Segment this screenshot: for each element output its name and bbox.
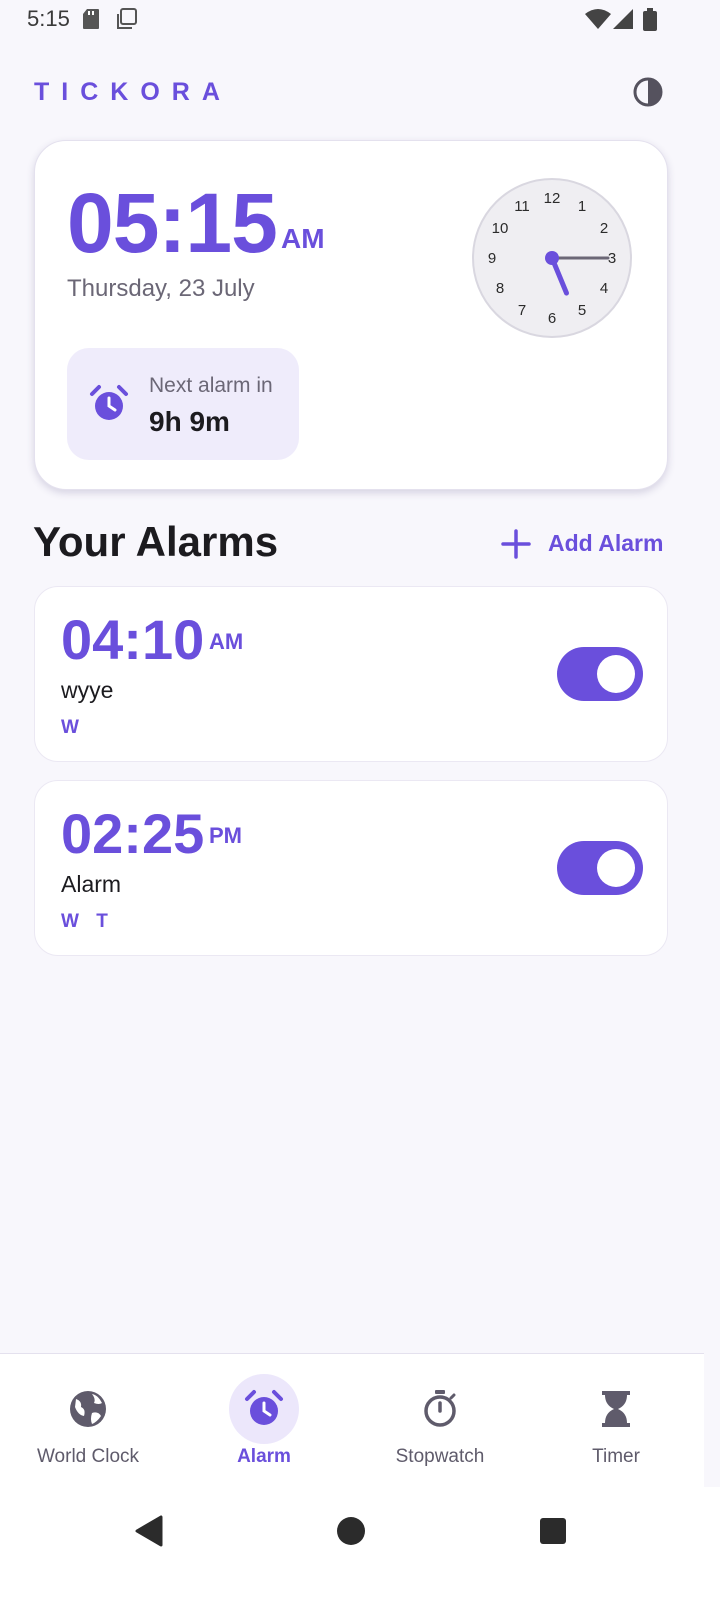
nav-label: World Clock	[36, 1446, 140, 1467]
alarm-ampm: PM	[209, 823, 242, 848]
nav-label: Alarm	[237, 1446, 291, 1467]
alarm-day: W	[61, 911, 80, 932]
sd-card-icon	[83, 9, 99, 29]
nav-label: Timer	[592, 1446, 640, 1467]
alarm-ampm: AM	[209, 629, 244, 654]
clock-number: 12	[544, 190, 561, 207]
alarm-days: W T	[61, 911, 119, 933]
nav-icon-wrap	[53, 1374, 123, 1444]
nav-timer[interactable]: Timer	[528, 1354, 704, 1488]
nav-icon-wrap	[229, 1374, 299, 1444]
alarm-clock-icon	[90, 385, 128, 420]
recents-icon[interactable]	[533, 1511, 573, 1551]
toggle-knob	[597, 849, 635, 887]
clock-number: 5	[578, 302, 586, 319]
alarm-label: wyye	[61, 677, 114, 703]
clock-number: 8	[496, 280, 504, 297]
section-title: Your Alarms	[33, 518, 279, 565]
add-alarm-label: Add Alarm	[548, 530, 664, 556]
clock-number: 6	[548, 310, 556, 327]
analog-clock: 12 1234567891011	[472, 178, 632, 338]
alarm-label: Alarm	[61, 871, 122, 897]
system-navigation-bar	[0, 1487, 720, 1607]
nav-world-clock[interactable]: World Clock	[0, 1354, 176, 1488]
alarm-card[interactable]: 02:25 PM Alarm W T	[34, 780, 668, 956]
current-ampm: AM	[281, 223, 325, 254]
globe-icon	[70, 1391, 106, 1427]
clock-number: 2	[600, 220, 608, 237]
app-brand: TICKORA	[34, 78, 232, 106]
contrast-icon[interactable]	[630, 74, 666, 110]
next-alarm-value: 9h 9m	[149, 406, 230, 437]
nav-icon-wrap	[581, 1374, 651, 1444]
alarm-toggle[interactable]	[557, 841, 643, 895]
screenshot-icon	[117, 8, 137, 29]
hourglass-icon	[602, 1391, 630, 1427]
alarm-clock-icon	[245, 1390, 283, 1425]
battery-icon	[643, 8, 657, 31]
alarm-day: T	[96, 911, 109, 932]
status-time: 5:15	[27, 6, 70, 31]
toggle-knob	[597, 655, 635, 693]
wifi-icon	[585, 9, 611, 29]
alarm-toggle[interactable]	[557, 647, 643, 701]
clock-number: 9	[488, 250, 496, 267]
alarm-day: W	[61, 717, 80, 738]
nav-stopwatch[interactable]: Stopwatch	[352, 1354, 528, 1488]
current-time: 05:15	[67, 176, 278, 270]
clock-number: 10	[492, 220, 509, 237]
alarm-time: 02:25	[61, 802, 205, 865]
bottom-navigation: World Clock Alarm Stopwatch Timer	[0, 1353, 704, 1488]
next-alarm-chip: Next alarm in 9h 9m	[67, 348, 299, 460]
clock-number: 1	[578, 198, 586, 215]
nav-icon-wrap	[405, 1374, 475, 1444]
add-alarm-button[interactable]: Add Alarm	[500, 522, 670, 566]
current-date: Thursday, 23 July	[67, 275, 255, 302]
clock-center-dot	[545, 251, 559, 265]
clock-number: 4	[600, 280, 608, 297]
nav-label: Stopwatch	[395, 1446, 485, 1467]
app-header: TICKORA	[0, 60, 720, 120]
home-icon[interactable]	[331, 1511, 371, 1551]
plus-icon	[501, 529, 531, 559]
nav-alarm[interactable]: Alarm	[176, 1354, 352, 1488]
current-time-card: 05:15 AM Thursday, 23 July 12 1 2 3 4 5 6 7 8 9 10…	[34, 140, 668, 490]
back-icon[interactable]	[130, 1511, 170, 1551]
clock-number: 11	[514, 198, 530, 215]
stopwatch-icon	[424, 1390, 456, 1427]
alarm-card[interactable]: 04:10 AM wyye W	[34, 586, 668, 762]
next-alarm-label: Next alarm in	[149, 374, 273, 397]
alarm-days: W	[61, 717, 90, 739]
alarm-time: 04:10	[61, 608, 205, 671]
clock-number: 7	[518, 302, 526, 319]
signal-icon	[613, 9, 633, 29]
status-bar: 5:15	[0, 0, 720, 40]
